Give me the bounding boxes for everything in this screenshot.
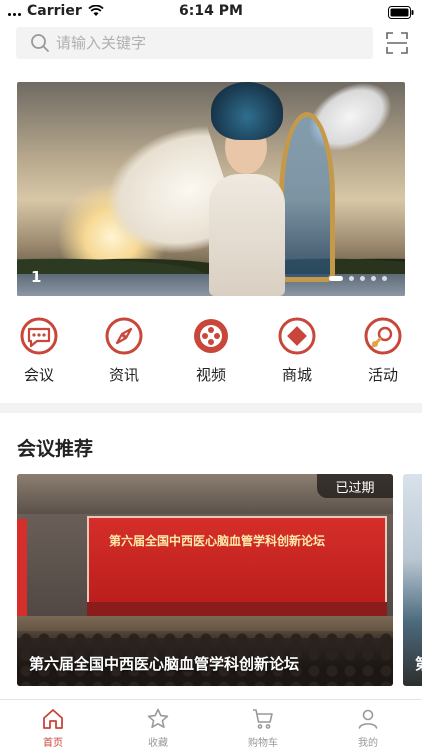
compass-icon: [105, 317, 143, 355]
diamond-icon: [278, 317, 316, 355]
section-divider: [0, 403, 422, 413]
category-video[interactable]: 视频: [176, 316, 246, 385]
conference-photo-screen: [87, 516, 387, 612]
battery-icon: [388, 4, 414, 23]
rocket-icon: [364, 317, 402, 355]
conference-card-next[interactable]: 第: [403, 474, 422, 686]
meeting-icon: [20, 317, 58, 355]
star-icon: [147, 708, 169, 728]
tab-cart[interactable]: 购物车: [228, 707, 298, 749]
category-label: 活动: [367, 366, 398, 384]
search-header: [16, 27, 412, 59]
user-icon: [358, 709, 378, 729]
tab-profile[interactable]: 我的: [333, 707, 403, 749]
category-meeting[interactable]: 会议: [4, 316, 74, 385]
category-label: 视频: [195, 366, 226, 384]
conference-card[interactable]: 第六届全国中西医心脑血管学科创新论坛 已过期 第六届全国中西医心脑血管学科创新论…: [17, 474, 393, 686]
category-label: 会议: [23, 366, 54, 384]
tab-label: 收藏: [148, 738, 168, 749]
category-news[interactable]: 资讯: [89, 316, 159, 385]
category-label: 资讯: [108, 366, 139, 384]
tab-label: 购物车: [248, 738, 278, 749]
conference-screen-text: 第六届全国中西医心脑血管学科创新论坛: [109, 534, 326, 548]
tab-label: 我的: [358, 738, 378, 749]
category-activity[interactable]: 活动: [348, 316, 418, 385]
tab-home[interactable]: 首页: [18, 707, 88, 749]
banner-page-indicator: [329, 276, 387, 281]
conference-title: 第六届全国中西医心脑血管学科创新论坛: [29, 655, 300, 673]
tab-favorites[interactable]: 收藏: [123, 707, 193, 749]
conference-title: 第: [415, 653, 422, 674]
category-mall[interactable]: 商城: [262, 316, 332, 385]
tab-bar: 首页 收藏 购物车 我的: [0, 699, 422, 750]
banner-carousel[interactable]: 1: [17, 82, 405, 296]
search-icon: [31, 34, 49, 52]
status-bar: Carrier 6:14 PM: [0, 0, 422, 22]
banner-index: 1: [31, 268, 42, 286]
category-label: 商城: [281, 366, 312, 384]
status-time: 6:14 PM: [179, 3, 243, 19]
section-title: 会议推荐: [17, 438, 94, 460]
scan-icon[interactable]: [386, 32, 408, 54]
status-badge: 已过期: [317, 474, 393, 498]
cart-icon: [253, 709, 273, 729]
search-box[interactable]: [16, 27, 373, 59]
search-input[interactable]: [56, 34, 346, 52]
tab-label: 首页: [43, 738, 63, 749]
home-icon: [43, 709, 63, 729]
category-nav: 会议 资讯 视频 商城 活动: [0, 316, 422, 390]
film-reel-icon: [194, 319, 228, 353]
